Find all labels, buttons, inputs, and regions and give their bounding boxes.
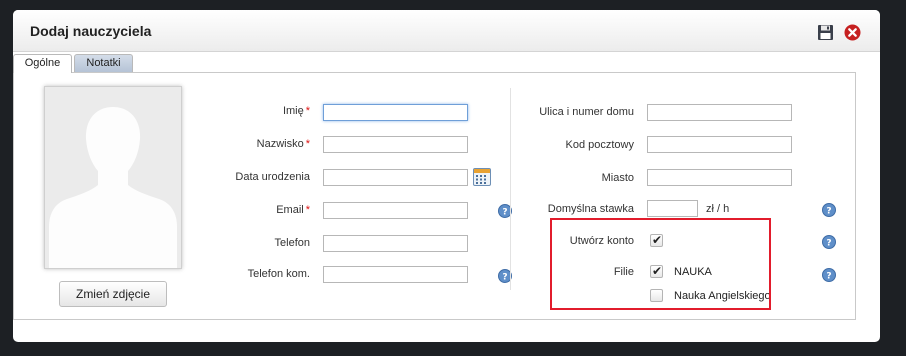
help-icon[interactable]: ?: [822, 203, 836, 217]
first-name-input[interactable]: [323, 104, 468, 121]
birth-date-input[interactable]: [323, 169, 468, 186]
email-input[interactable]: [323, 202, 468, 219]
phone-input[interactable]: [323, 235, 468, 252]
phone-label: Telefon: [274, 237, 310, 249]
save-icon[interactable]: [817, 24, 834, 41]
help-icon[interactable]: ?: [822, 235, 836, 249]
rate-unit: zł / h: [706, 203, 730, 215]
column-divider: [510, 88, 511, 290]
street-label: Ulica i numer domu: [539, 106, 634, 118]
first-name-label: Imię *: [282, 105, 310, 117]
svg-text:?: ?: [826, 207, 831, 217]
default-rate-input[interactable]: [647, 200, 698, 217]
avatar-placeholder-icon: [49, 107, 177, 268]
svg-text:?: ?: [826, 272, 831, 282]
postal-code-input[interactable]: [647, 136, 792, 153]
city-label: Miasto: [601, 172, 634, 184]
change-photo-button[interactable]: Zmień zdjęcie: [59, 281, 167, 307]
svg-text:?: ?: [502, 208, 507, 218]
close-icon[interactable]: [844, 24, 861, 41]
mobile-phone-input[interactable]: [323, 266, 468, 283]
tab-notatki[interactable]: Notatki: [74, 54, 133, 72]
street-input[interactable]: [647, 104, 792, 121]
mobile-phone-label: Telefon kom.: [247, 268, 310, 280]
last-name-input[interactable]: [323, 136, 468, 153]
birth-date-label: Data urodzenia: [235, 171, 310, 183]
postal-code-label: Kod pocztowy: [565, 139, 634, 151]
highlight-box: [550, 218, 771, 310]
last-name-label: Nazwisko *: [256, 138, 310, 150]
help-icon[interactable]: ?: [822, 268, 836, 282]
dialog-title: Dodaj nauczyciela: [30, 23, 152, 39]
profile-photo: [44, 86, 182, 269]
tab-ogolne[interactable]: Ogólne: [13, 54, 72, 73]
default-rate-label: Domyślna stawka: [547, 203, 634, 215]
calendar-icon[interactable]: [473, 168, 491, 186]
svg-text:?: ?: [826, 239, 831, 249]
svg-text:?: ?: [502, 273, 507, 283]
email-label: Email *: [276, 204, 310, 216]
dialog-header: Dodaj nauczyciela: [13, 10, 880, 52]
city-input[interactable]: [647, 169, 792, 186]
